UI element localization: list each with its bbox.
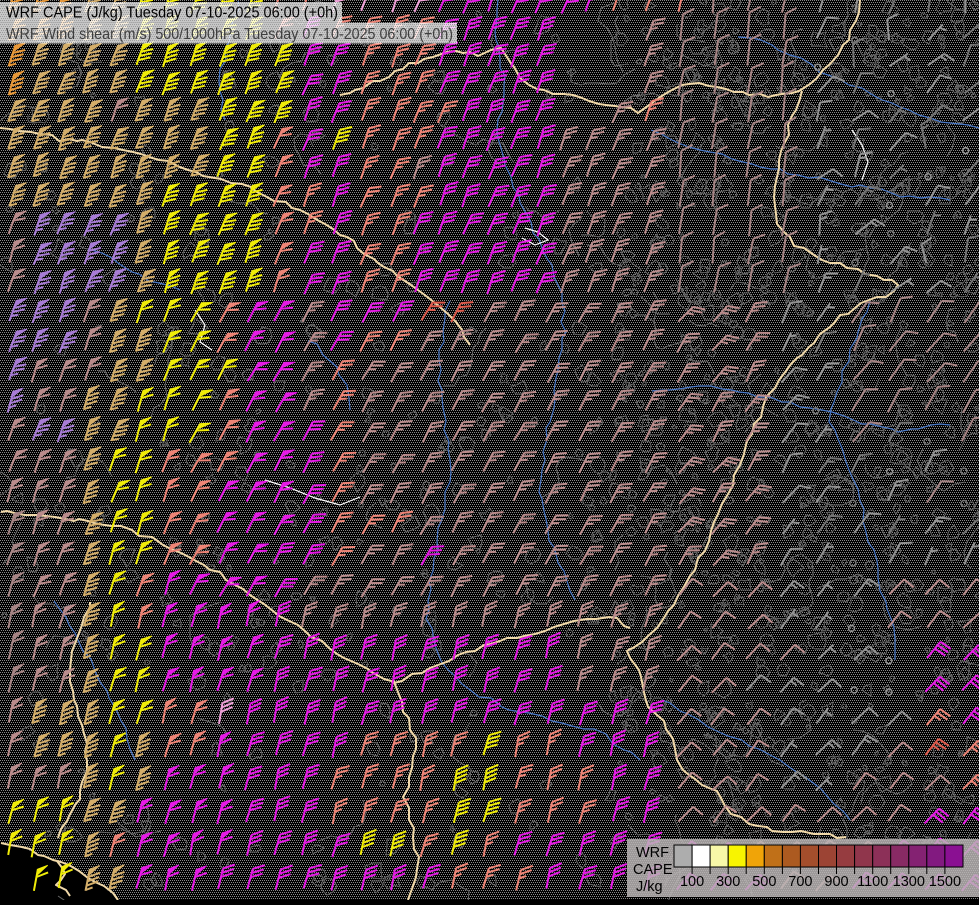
svg-text:CAPE: CAPE — [633, 862, 673, 878]
svg-text:WRF: WRF — [636, 845, 669, 861]
svg-text:900: 900 — [824, 874, 848, 890]
svg-text:WRF Wind shear (m/s) 500/1000h: WRF Wind shear (m/s) 500/1000hPa Tuesday… — [6, 26, 453, 43]
svg-text:500: 500 — [752, 874, 776, 890]
svg-text:J/kg: J/kg — [636, 879, 663, 895]
svg-text:100: 100 — [680, 874, 704, 890]
svg-text:WRF CAPE (J/kg) Tuesday 07-10-: WRF CAPE (J/kg) Tuesday 07-10-2025 06:00… — [6, 5, 338, 22]
svg-text:300: 300 — [716, 874, 740, 890]
svg-text:1100: 1100 — [857, 874, 888, 890]
svg-text:700: 700 — [788, 874, 812, 890]
svg-text:1500: 1500 — [929, 874, 961, 890]
svg-text:1300: 1300 — [893, 874, 925, 890]
